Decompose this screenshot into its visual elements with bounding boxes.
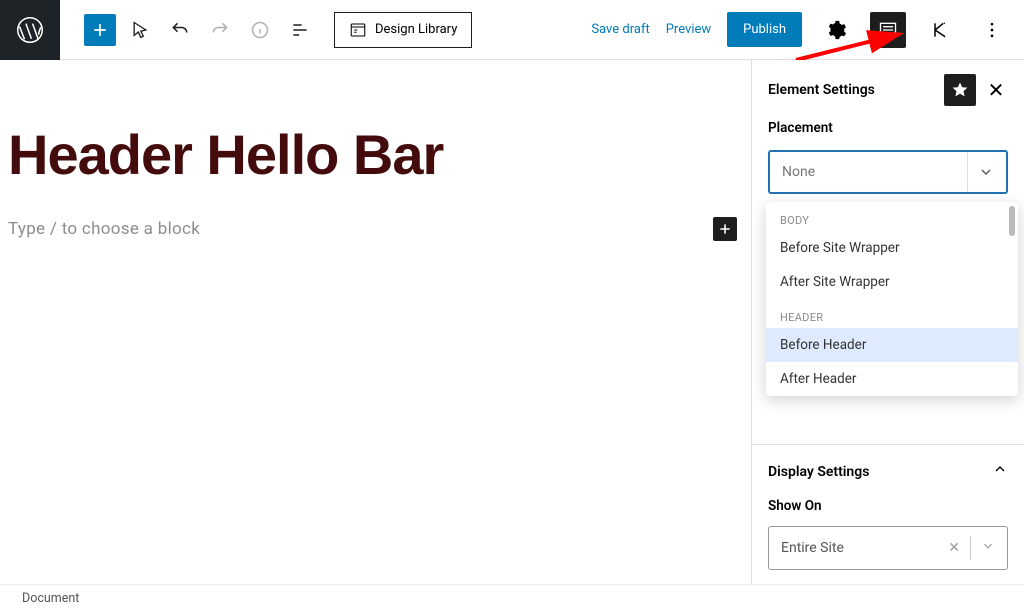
placement-option[interactable]: Before Header bbox=[766, 328, 1018, 362]
footer-bar: Document bbox=[0, 584, 1024, 612]
chevron-up-icon bbox=[992, 461, 1008, 482]
chevron-down-icon bbox=[967, 152, 994, 192]
design-library-label: Design Library bbox=[375, 22, 457, 37]
placement-label: Placement bbox=[768, 120, 1008, 136]
element-settings-toggle[interactable] bbox=[870, 12, 906, 48]
chevron-down-icon bbox=[981, 539, 995, 557]
top-toolbar: Design Library Save draft Preview Publis… bbox=[0, 0, 1024, 60]
redo-icon[interactable] bbox=[204, 14, 236, 46]
show-on-value: Entire Site bbox=[781, 540, 844, 556]
placement-option[interactable]: Before Site Wrapper bbox=[766, 231, 1018, 265]
placement-section: Placement None bbox=[752, 120, 1024, 214]
toolbar-right: Save draft Preview Publish bbox=[591, 12, 1024, 48]
show-on-select[interactable]: Entire Site ✕ bbox=[768, 526, 1008, 570]
clear-icon[interactable]: ✕ bbox=[948, 540, 960, 556]
publish-button[interactable]: Publish bbox=[727, 12, 802, 47]
toolbar-left: Design Library bbox=[60, 12, 472, 48]
footer-status[interactable]: Document bbox=[22, 591, 79, 606]
kadence-icon[interactable] bbox=[922, 12, 958, 48]
element-settings-sidebar: Element Settings ✕ Placement None BODY B… bbox=[751, 60, 1024, 584]
add-block-button[interactable] bbox=[84, 14, 116, 46]
info-icon[interactable] bbox=[244, 14, 276, 46]
sidebar-title: Element Settings bbox=[768, 82, 936, 98]
sidebar-header: Element Settings ✕ bbox=[752, 60, 1024, 120]
editor-canvas: Header Hello Bar Type / to choose a bloc… bbox=[0, 60, 751, 584]
more-options-icon[interactable] bbox=[974, 12, 1010, 48]
placement-option[interactable]: After Header bbox=[766, 362, 1018, 396]
placement-dropdown: BODY Before Site Wrapper After Site Wrap… bbox=[766, 202, 1018, 396]
save-draft-link[interactable]: Save draft bbox=[591, 22, 649, 37]
post-title[interactable]: Header Hello Bar bbox=[8, 122, 743, 187]
inline-add-block-button[interactable] bbox=[713, 217, 737, 241]
dropdown-scrollbar[interactable] bbox=[1009, 206, 1015, 236]
placement-select[interactable]: None bbox=[768, 150, 1008, 194]
outline-icon[interactable] bbox=[284, 14, 316, 46]
display-settings-panel[interactable]: Display Settings bbox=[752, 444, 1024, 498]
block-prompt-row: Type / to choose a block bbox=[8, 217, 743, 241]
settings-gear-icon[interactable] bbox=[818, 12, 854, 48]
close-sidebar-button[interactable]: ✕ bbox=[984, 78, 1008, 102]
select-tool-icon[interactable] bbox=[124, 14, 156, 46]
block-prompt-text[interactable]: Type / to choose a block bbox=[8, 219, 200, 239]
wordpress-logo[interactable] bbox=[0, 0, 60, 60]
placement-selected-value: None bbox=[782, 164, 815, 180]
dropdown-group-label: BODY bbox=[766, 202, 1018, 231]
dropdown-group-label: HEADER bbox=[766, 299, 1018, 328]
preview-link[interactable]: Preview bbox=[666, 22, 711, 37]
display-settings-label: Display Settings bbox=[768, 464, 992, 480]
design-library-button[interactable]: Design Library bbox=[334, 12, 472, 48]
favorite-button[interactable] bbox=[944, 74, 976, 106]
show-on-label: Show On bbox=[752, 498, 1024, 526]
undo-icon[interactable] bbox=[164, 14, 196, 46]
placement-option[interactable]: After Site Wrapper bbox=[766, 265, 1018, 299]
